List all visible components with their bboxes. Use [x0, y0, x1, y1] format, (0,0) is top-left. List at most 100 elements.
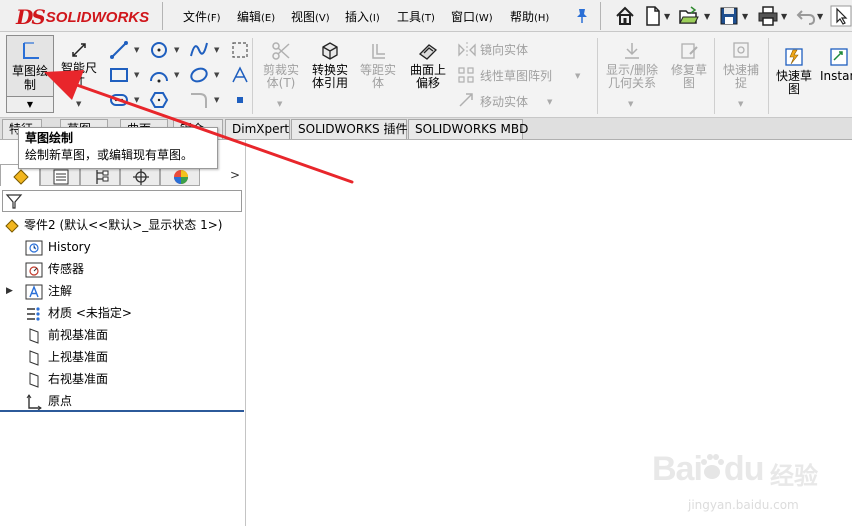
menu-edit-accel: (E)	[261, 13, 276, 24]
spline-icon[interactable]	[188, 40, 210, 60]
display-delete-relations-button[interactable]: 显示/删除 几何关系	[600, 40, 664, 90]
trim-dropdown-icon: ▼	[277, 100, 283, 108]
new-dropdown-icon[interactable]: ▼	[664, 12, 670, 21]
slot-icon[interactable]	[108, 90, 130, 110]
feature-tree-filter[interactable]	[2, 190, 242, 212]
sketch-tooltip: 草图绘制 绘制新草图，或编辑现有草图。	[18, 127, 218, 169]
tree-item-material-label: 材质 <未指定>	[48, 306, 132, 320]
tree-rollback-bar[interactable]	[0, 410, 244, 412]
tree-root-label: 零件2 (默认<<默认>_显示状态 1>)	[24, 218, 223, 232]
select-icon[interactable]	[830, 5, 852, 27]
menu-view[interactable]: 视图(V)	[291, 8, 330, 25]
ellipse-dropdown-icon[interactable]: ▼	[214, 71, 219, 79]
circle-icon[interactable]	[148, 40, 170, 60]
offset-on-surface-button[interactable]: 曲面上 偏移	[404, 40, 452, 90]
menu-tools[interactable]: 工具(T)	[397, 8, 435, 25]
new-document-icon[interactable]	[642, 5, 664, 27]
solidworks-wordmark: SOLIDWORKS	[45, 8, 150, 26]
plane-icon	[29, 328, 39, 344]
undo-icon[interactable]	[795, 5, 817, 27]
smart-dimension-dropdown-icon[interactable]: ▼	[76, 100, 81, 108]
fillet-icon	[191, 93, 207, 108]
tab-solidworks-addins[interactable]: SOLIDWORKS 插件	[291, 119, 407, 139]
line-dropdown-icon[interactable]: ▼	[134, 46, 139, 54]
tree-item-material[interactable]: 材质 <未指定>	[0, 303, 246, 324]
menu-window[interactable]: 窗口(W)	[451, 8, 493, 25]
quick-snaps-button[interactable]: 快速捕 捉	[718, 40, 764, 90]
menu-help[interactable]: 帮助(H)	[510, 8, 549, 25]
part-icon	[5, 219, 19, 233]
offset-entities-button[interactable]: 等距实 体	[355, 40, 401, 90]
history-icon	[25, 240, 43, 256]
group-separator	[597, 38, 598, 114]
slot-dropdown-icon[interactable]: ▼	[134, 96, 139, 104]
tab-solidworks-mbd[interactable]: SOLIDWORKS MBD	[408, 119, 528, 139]
relations-icon	[625, 43, 639, 59]
solidworks-logo[interactable]: DS SOLIDWORKS	[16, 5, 156, 29]
repair-label-line2: 图	[682, 76, 695, 90]
trim-entities-button[interactable]: 剪裁实 体(T)	[256, 40, 306, 90]
open-icon[interactable]	[678, 5, 700, 27]
print-icon[interactable]	[757, 5, 779, 27]
tree-root-part[interactable]: 零件2 (默认<<默认>_显示状态 1>)	[0, 215, 246, 236]
tab-dimxpert[interactable]: DimXpert	[225, 119, 290, 139]
home-icon[interactable]	[614, 5, 636, 27]
spline-dropdown-icon[interactable]: ▼	[214, 46, 219, 54]
menu-file-label: 文件	[183, 10, 208, 24]
menu-bar: DS SOLIDWORKS 文件(F) 编辑(E) 视图(V) 插入(I) 工具…	[0, 0, 852, 32]
menu-edit[interactable]: 编辑(E)	[237, 8, 275, 25]
sketch-button[interactable]: 草图绘 制	[6, 35, 54, 97]
rectangle-dropdown-icon[interactable]: ▼	[134, 71, 139, 79]
tree-item-sensors[interactable]: 传感器	[0, 259, 246, 280]
menu-file[interactable]: 文件(F)	[183, 8, 221, 25]
save-icon[interactable]	[718, 5, 740, 27]
rectangle-icon[interactable]	[108, 65, 130, 85]
text-icon[interactable]	[229, 65, 251, 85]
instant2d-button[interactable]: Instan	[820, 46, 852, 83]
pin-icon[interactable]	[575, 8, 589, 24]
tree-item-top-plane[interactable]: 上视基准面	[0, 347, 246, 368]
repair-sketch-button[interactable]: 修复草 图	[666, 40, 712, 90]
menu-insert[interactable]: 插入(I)	[345, 8, 380, 25]
arc-icon[interactable]	[148, 65, 170, 85]
print-dropdown-icon[interactable]: ▼	[781, 12, 787, 21]
menu-separator	[162, 2, 163, 30]
tree-item-right-plane[interactable]: 右视基准面	[0, 369, 246, 390]
plane-icon	[29, 372, 39, 388]
save-dropdown-icon[interactable]: ▼	[742, 12, 748, 21]
chevron-right-icon[interactable]: >	[230, 168, 240, 182]
repair-sketch-icon	[681, 43, 698, 59]
line-icon[interactable]	[108, 40, 130, 60]
tree-item-origin[interactable]: 原点	[0, 391, 246, 412]
rapid-sketch-button[interactable]: 快速草 图	[772, 46, 816, 96]
smart-dimension-icon	[72, 43, 86, 57]
polygon-icon[interactable]	[148, 90, 170, 110]
undo-dropdown-icon[interactable]: ▼	[817, 12, 823, 21]
convert-entities-button[interactable]: 转换实 体引用	[306, 40, 354, 90]
quick-snaps-dropdown-icon: ▼	[738, 100, 744, 108]
smart-dimension-button[interactable]: 智能尺 寸	[56, 40, 102, 88]
instant2d-label: Instan	[820, 69, 852, 83]
tree-item-front-plane[interactable]: 前视基准面	[0, 325, 246, 346]
watermark-brand-part2: du	[723, 450, 765, 488]
linear-pattern-label[interactable]: 线性草图阵列	[480, 67, 552, 84]
expand-arrow-icon[interactable]: ▶	[6, 281, 13, 302]
move-entities-label[interactable]: 移动实体	[480, 93, 528, 110]
tree-item-history[interactable]: History	[0, 237, 246, 258]
tree-item-right-plane-label: 右视基准面	[48, 372, 109, 386]
tree-item-annotations[interactable]: ▶ 注解	[0, 281, 246, 302]
ellipse-icon[interactable]	[188, 65, 210, 85]
tooltip-title: 草图绘制	[25, 131, 74, 145]
offset-label-line2: 体	[371, 76, 384, 90]
construction-geometry-icon[interactable]	[229, 40, 251, 60]
circle-dropdown-icon[interactable]: ▼	[174, 46, 179, 54]
sketch-dropdown-button[interactable]: ▼	[6, 96, 54, 113]
point-icon[interactable]	[229, 90, 251, 110]
baidu-jingyan-watermark: Bai du 经验 jingyan.baidu.com	[652, 446, 842, 520]
group-separator	[252, 38, 253, 114]
arc-dropdown-icon[interactable]: ▼	[174, 71, 179, 79]
crosshair-icon	[133, 169, 149, 185]
feature-manager-panel: > 零件2 (默认<<默认>_显示状态 1>) History 传感器 ▶ 注解…	[0, 140, 246, 526]
mirror-entities-label[interactable]: 镜向实体	[480, 41, 528, 58]
open-dropdown-icon[interactable]: ▼	[704, 12, 710, 21]
